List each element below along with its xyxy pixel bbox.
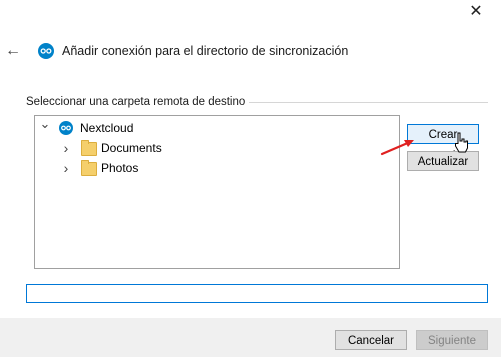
- chevron-right-icon[interactable]: ›: [60, 158, 72, 178]
- tree-item-label: Documents: [101, 141, 162, 155]
- cancel-button[interactable]: Cancelar: [335, 330, 407, 350]
- remote-folder-tree[interactable]: ⌄ Nextcloud › Documents › Photos: [34, 115, 400, 269]
- tree-item-photos[interactable]: › Photos: [35, 158, 397, 178]
- nextcloud-icon: [59, 121, 73, 135]
- tree-item-label: Nextcloud: [80, 121, 134, 135]
- nextcloud-logo-icon: [38, 43, 54, 59]
- group-label: Seleccionar una carpeta remota de destin…: [26, 96, 250, 108]
- back-arrow-icon[interactable]: ←: [5, 42, 23, 60]
- chevron-right-icon[interactable]: ›: [60, 138, 72, 158]
- annotation-arrow-icon: [380, 140, 414, 156]
- remote-path-input[interactable]: [26, 284, 488, 303]
- close-icon[interactable]: ✕: [466, 2, 486, 22]
- tree-item-nextcloud[interactable]: ⌄ Nextcloud: [35, 116, 397, 138]
- folder-icon: [81, 160, 97, 176]
- folder-icon: [81, 140, 97, 156]
- chevron-down-icon[interactable]: ⌄: [39, 114, 51, 134]
- footer-bar: Cancelar Siguiente: [0, 318, 501, 357]
- tree-item-documents[interactable]: › Documents: [35, 138, 397, 158]
- tree-item-label: Photos: [101, 161, 139, 175]
- hand-cursor-icon: [455, 132, 468, 153]
- page-title: Añadir conexión para el directorio de si…: [62, 44, 349, 58]
- next-button[interactable]: Siguiente: [416, 330, 488, 350]
